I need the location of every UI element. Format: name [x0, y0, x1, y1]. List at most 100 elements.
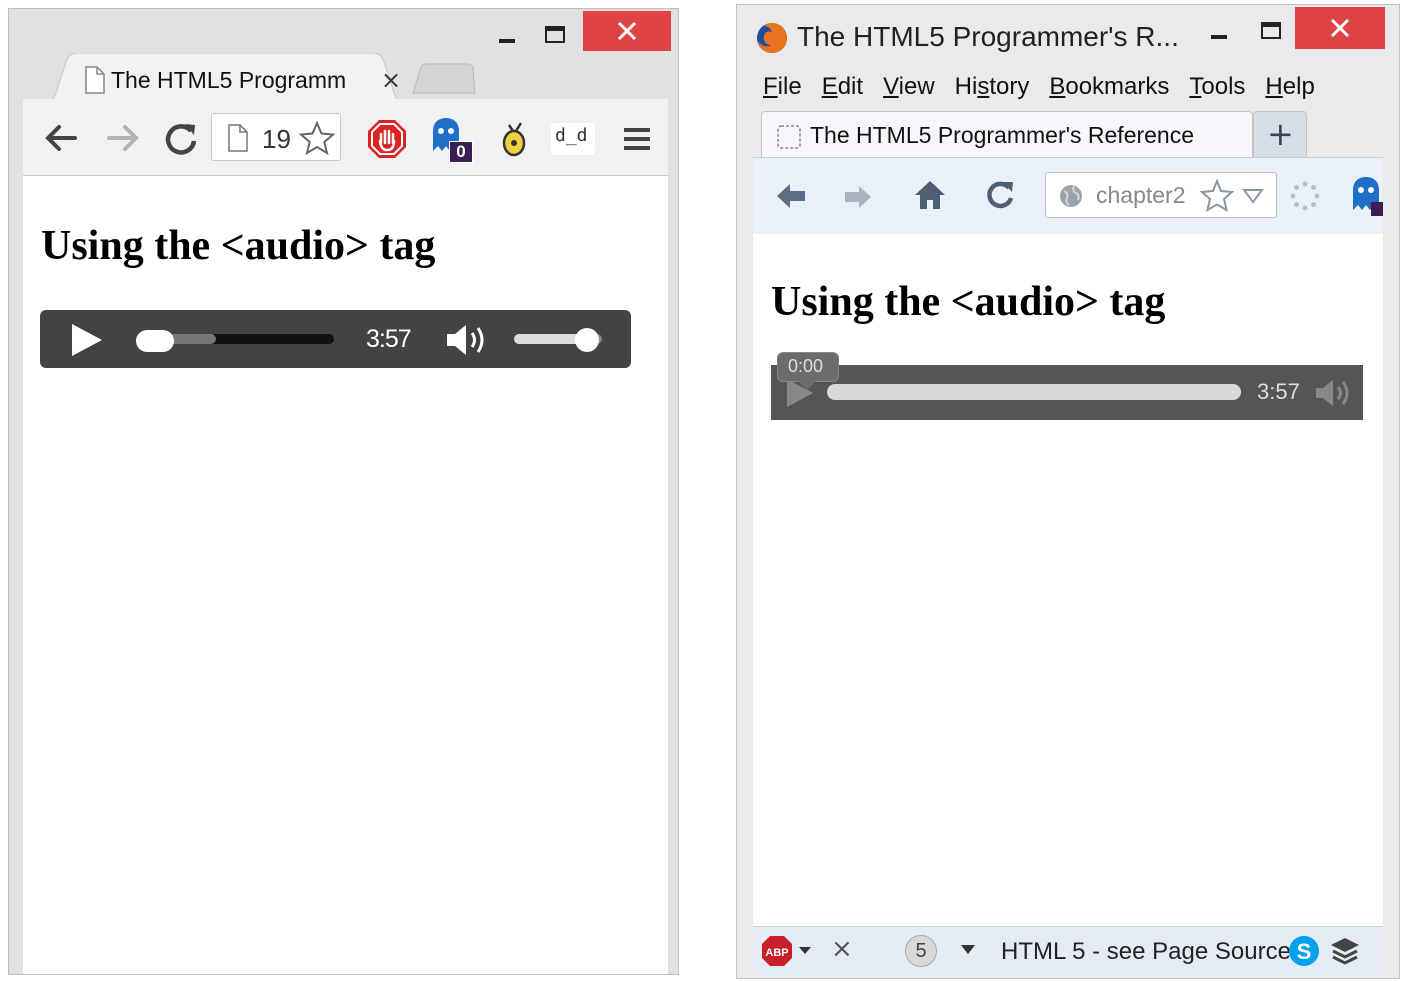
loading-icon [1290, 181, 1320, 211]
page-icon [85, 66, 105, 94]
menu-label: tory [989, 73, 1030, 100]
page-heading: Using the <audio> tag [771, 279, 1166, 325]
omnibox[interactable]: 19 [211, 113, 341, 161]
globe-icon [1060, 185, 1082, 207]
tab-title: The HTML5 Programmer's Reference [810, 122, 1195, 148]
close-icon [617, 21, 637, 41]
new-tab-button[interactable]: + [1253, 111, 1307, 159]
back-icon[interactable] [773, 180, 809, 212]
seek-bar[interactable] [136, 330, 334, 352]
ghost-icon[interactable] [1351, 176, 1383, 216]
face-extension-label: d_d [555, 125, 588, 146]
menu-tools[interactable]: Tools [1179, 69, 1255, 105]
minimize-button[interactable] [487, 17, 527, 51]
status-text: HTML 5 - see Page Source [1001, 938, 1291, 965]
close-window-button[interactable] [583, 11, 671, 51]
menu-bookmarks[interactable]: Bookmarks [1039, 69, 1179, 105]
notification-count[interactable]: 5 [905, 935, 937, 967]
volume-handle[interactable] [575, 328, 600, 352]
url-text: 19 [262, 124, 291, 154]
menu-accel: F [763, 73, 778, 100]
tab-close-button[interactable]: × [375, 65, 403, 94]
menu-accel: s [977, 73, 990, 100]
page-heading: Using the <audio> tag [41, 223, 436, 269]
honey-extension-icon[interactable] [499, 119, 529, 159]
new-tab-button[interactable] [411, 63, 477, 95]
menu-accel: V [883, 73, 899, 100]
menu-view[interactable]: View [873, 69, 945, 105]
close-window-button[interactable] [1295, 7, 1385, 49]
page-icon [228, 124, 248, 152]
minimize-icon [1211, 35, 1227, 39]
menu-help[interactable]: Help [1255, 69, 1324, 105]
url-bar[interactable]: chapter2 [1045, 172, 1277, 218]
menu-accel: E [821, 73, 838, 100]
menu-label: ile [777, 73, 802, 100]
tab-title: The HTML5 Programm [111, 67, 347, 93]
url-text: chapter2 [1096, 182, 1186, 208]
layers-icon[interactable] [1329, 935, 1361, 969]
maximize-button[interactable] [533, 17, 577, 51]
menu-accel: H [1265, 73, 1283, 100]
back-icon[interactable] [41, 121, 81, 155]
menu-accel: B [1049, 73, 1066, 100]
ghostery-extension[interactable]: 0 [429, 117, 477, 167]
maximize-button[interactable] [1249, 13, 1293, 47]
firefox-logo-icon [757, 23, 787, 53]
menu-label: Hi [954, 73, 978, 100]
current-time-tooltip: 0:00 [777, 352, 839, 390]
play-icon[interactable] [68, 322, 104, 358]
adblock-icon[interactable] [367, 119, 407, 159]
maximize-icon [1261, 22, 1281, 39]
chrome-page-content: Using the <audio> tag 3:57 [23, 175, 668, 974]
seek-handle[interactable] [136, 330, 174, 352]
navigation-bar: chapter2 [753, 157, 1383, 235]
menu-icon[interactable] [621, 123, 653, 155]
menu-label: ools [1201, 73, 1246, 100]
dropdown-icon[interactable] [959, 943, 977, 957]
maximize-icon [545, 26, 565, 43]
close-icon [1330, 18, 1350, 38]
player-time: 3:57 [1257, 379, 1300, 404]
menu-label: iew [898, 73, 935, 100]
reload-icon[interactable] [983, 178, 1017, 212]
volume-icon[interactable] [444, 322, 492, 358]
volume-icon[interactable] [1313, 377, 1353, 409]
menu-file[interactable]: File [753, 69, 812, 105]
seek-bar[interactable] [827, 384, 1241, 400]
menu-history[interactable]: History [945, 69, 1040, 105]
status-bar: ABP × 5 HTML 5 - see Page Source S [753, 926, 1383, 977]
firefox-page-content: Using the <audio> tag 3:57 0:00 [753, 234, 1383, 926]
minimize-icon [499, 39, 515, 43]
firefox-window: The HTML5 Programmer's R... File Edit Vi… [736, 4, 1400, 979]
menu-label: dit [837, 73, 864, 100]
menu-accel: T [1189, 73, 1202, 100]
star-icon[interactable] [298, 120, 336, 156]
forward-icon[interactable] [841, 182, 875, 212]
current-time: 0:00 [788, 356, 824, 376]
home-icon[interactable] [913, 178, 947, 212]
new-tab-icon [412, 63, 476, 94]
status-close-button[interactable]: × [831, 934, 853, 964]
star-icon[interactable] [1200, 179, 1234, 213]
reload-icon[interactable] [161, 119, 201, 157]
menu-bar: File Edit View History Bookmarks Tools H… [753, 69, 1325, 105]
tooltip-arrow [798, 381, 816, 390]
svg-text:ABP: ABP [765, 947, 788, 959]
menu-label: elp [1282, 73, 1315, 100]
menu-label: ookmarks [1065, 73, 1170, 100]
tab-active[interactable]: The HTML5 Programm × [39, 53, 411, 105]
forward-icon[interactable] [103, 121, 143, 155]
tab-active[interactable]: The HTML5 Programmer's Reference [761, 111, 1253, 160]
face-extension[interactable]: d_d [551, 123, 595, 155]
minimize-button[interactable] [1199, 13, 1239, 47]
skype-icon[interactable]: S [1287, 934, 1321, 968]
volume-slider[interactable] [514, 328, 604, 352]
window-title: The HTML5 Programmer's R... [797, 21, 1179, 52]
dropdown-icon[interactable] [1242, 187, 1264, 205]
adblock-plus-icon[interactable]: ABP [761, 935, 813, 969]
menu-edit[interactable]: Edit [812, 69, 873, 105]
player-time: 3:57 [366, 325, 412, 353]
audio-player[interactable]: 3:57 [771, 365, 1363, 420]
audio-player[interactable]: 3:57 [40, 310, 631, 368]
